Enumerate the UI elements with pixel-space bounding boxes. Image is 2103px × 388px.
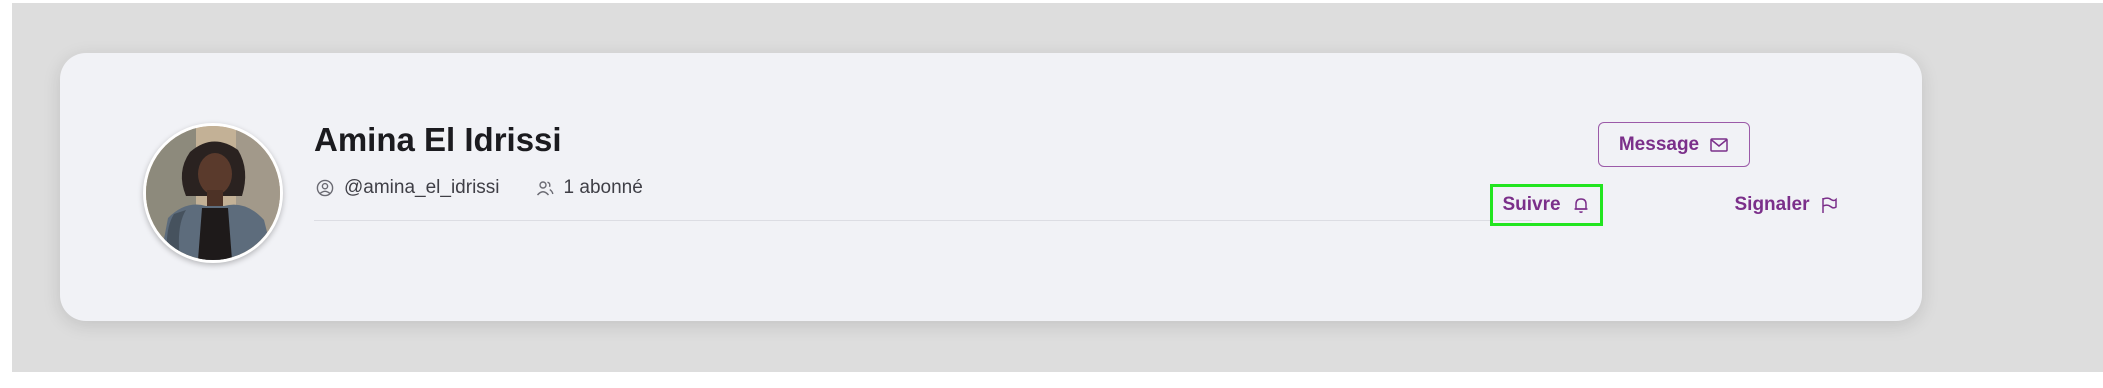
username-item: @amina_el_idrissi (316, 177, 500, 199)
avatar-photo (146, 126, 280, 260)
bell-icon (1571, 195, 1591, 215)
follow-button-label: Suivre (1502, 194, 1561, 215)
envelope-icon (1709, 135, 1729, 155)
user-circle-icon (316, 179, 334, 197)
report-button-label: Signaler (1734, 194, 1810, 215)
message-button[interactable]: Message (1598, 122, 1750, 167)
profile-name: Amina El Idrissi (314, 121, 562, 158)
users-icon (536, 179, 554, 197)
report-button[interactable]: Signaler (1732, 184, 1842, 226)
username-text: @amina_el_idrissi (344, 177, 500, 198)
profile-meta: @amina_el_idrissi 1 abonné (316, 177, 643, 199)
message-button-label: Message (1618, 133, 1700, 155)
avatar (143, 123, 283, 263)
divider (314, 220, 1532, 221)
followers-item: 1 abonné (536, 177, 643, 199)
follow-button[interactable]: Suivre (1490, 184, 1603, 226)
flag-icon (1819, 195, 1839, 215)
followers-text: 1 abonné (563, 177, 643, 198)
profile-card: Amina El Idrissi @amina_el_idrissi 1 abo… (60, 53, 1922, 321)
